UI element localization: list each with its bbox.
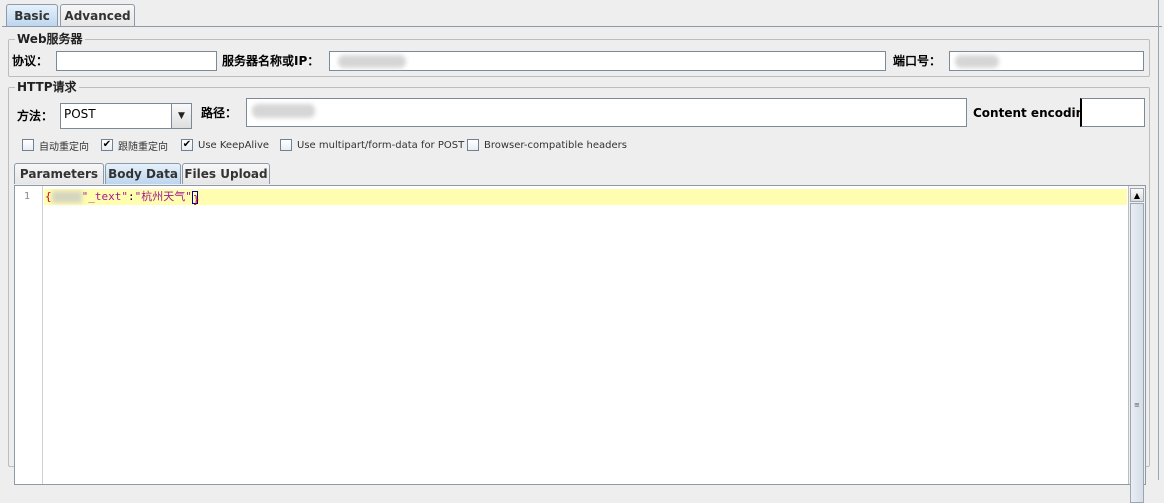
server-field[interactable] [329,51,886,71]
follow-redirect-checkbox[interactable]: ✔ 跟随重定向 [101,138,168,153]
server-label: 服务器名称或IP： [222,54,320,68]
tab-files-upload[interactable]: Files Upload [182,163,270,184]
redacted-path [252,104,315,118]
checkbox-box[interactable] [467,139,479,151]
current-line-highlight [44,189,1127,205]
checkbox-label: Browser-compatible headers [484,139,627,151]
method-value: POST [64,107,96,121]
port-label: 端口号： [893,54,942,68]
protocol-field[interactable] [56,51,217,71]
open-brace: { [45,190,52,203]
window-edge [1158,0,1159,480]
web-server-title: Web服务器 [15,32,85,46]
http-request-title: HTTP请求 [15,80,79,94]
close-brace: } [191,190,200,206]
tab-parameters[interactable]: Parameters [14,163,104,184]
checkbox-box[interactable] [280,139,292,151]
checkbox-label: Use KeepAlive [198,139,270,151]
checkmark-icon[interactable]: ✔ [181,139,193,151]
vertical-scrollbar[interactable]: ▲ ≡ [1128,186,1145,503]
protocol-label: 协议： [12,54,49,68]
checkmark-icon[interactable]: ✔ [101,139,113,151]
code-line[interactable]: { "_text":"杭州天气"} [45,189,200,206]
keepalive-checkbox[interactable]: ✔ Use KeepAlive [181,138,269,152]
tab-advanced[interactable]: Advanced [60,4,135,26]
redacted-port [955,55,999,68]
scroll-thumb[interactable]: ≡ [1130,203,1144,503]
tab-basic[interactable]: Basic [6,4,58,26]
scroll-up-icon[interactable]: ▲ [1130,188,1144,202]
method-label: 方法： [17,109,54,123]
method-select[interactable]: POST ▼ [60,103,192,129]
browser-headers-checkbox[interactable]: Browser-compatible headers [467,138,627,152]
encoding-label: Content encoding: [973,106,1098,120]
path-label: 路径： [201,106,238,120]
checkbox-label: 自动重定向 [39,141,89,153]
json-value: "杭州天气" [134,190,192,203]
json-key: "_text" [81,190,128,203]
multipart-checkbox[interactable]: Use multipart/form-data for POST [280,138,464,152]
chevron-down-icon[interactable]: ▼ [171,104,191,128]
path-field[interactable] [246,98,967,127]
tab-body-data[interactable]: Body Data [105,163,181,184]
colon: : [127,190,135,203]
encoding-field[interactable] [1080,98,1145,127]
redacted-server [338,55,406,68]
grip-icon: ≡ [1134,401,1140,409]
tabs-divider [2,26,1162,27]
auto-redirect-checkbox[interactable]: 自动重定向 [22,138,89,153]
line-number: 1 [23,191,30,202]
checkbox-box[interactable] [22,139,34,151]
checkbox-label: Use multipart/form-data for POST [297,139,465,151]
line-gutter: 1 [15,186,43,484]
redacted-key-prefix [51,191,82,203]
checkbox-label: 跟随重定向 [118,141,168,153]
body-data-editor[interactable]: 1 { "_text":"杭州天气"} ▲ ≡ [14,185,1146,503]
